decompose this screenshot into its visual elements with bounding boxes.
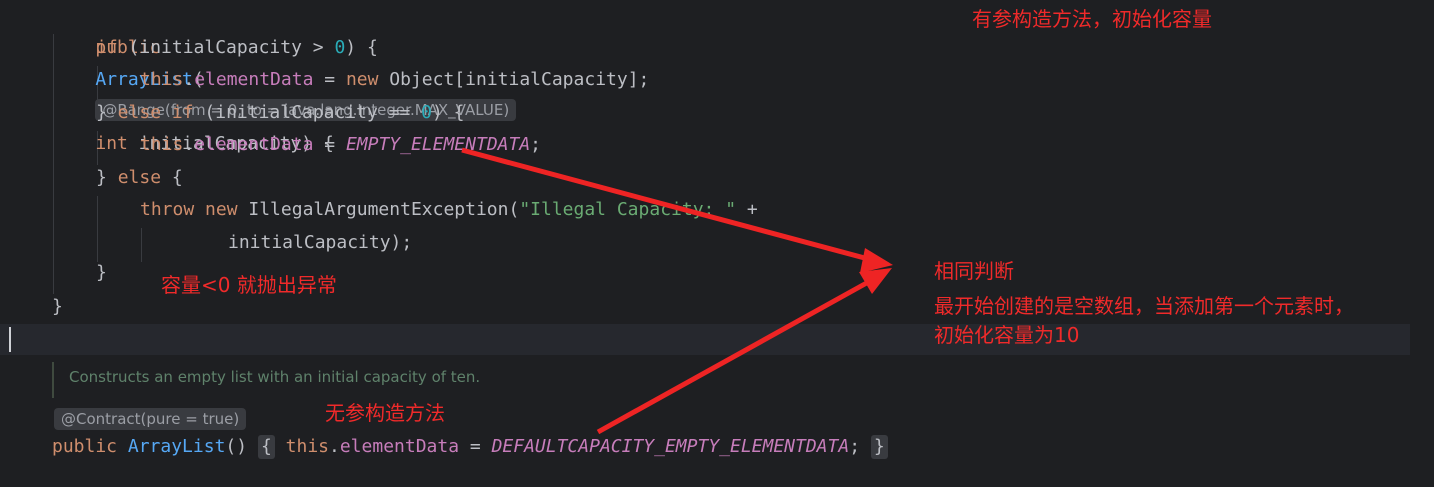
arrow-lower-head <box>859 268 892 294</box>
arrow-upper-line <box>461 147 873 263</box>
arrow-lower-line <box>596 277 874 435</box>
annotation-arrows <box>461 147 893 435</box>
